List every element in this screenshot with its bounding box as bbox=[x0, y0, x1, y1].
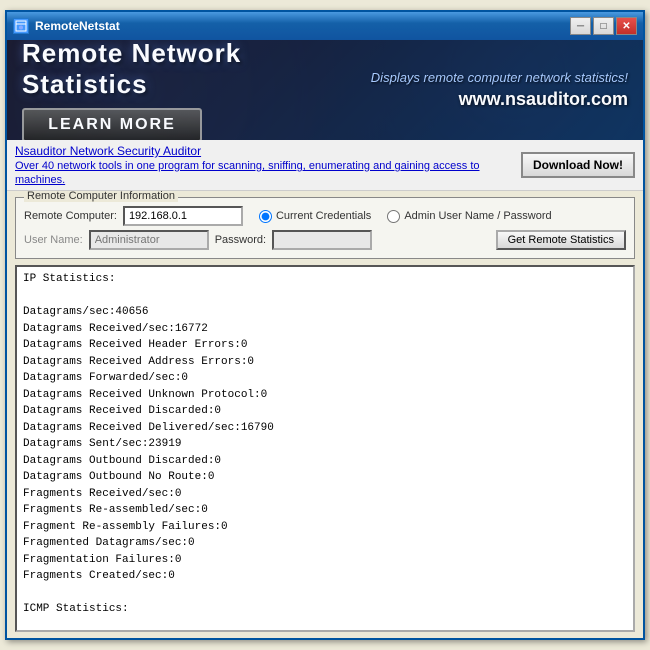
promo-text-area: Nsauditor Network Security Auditor Over … bbox=[15, 144, 511, 186]
user-pass-row: User Name: Password: Get Remote Statisti… bbox=[24, 230, 626, 250]
download-button[interactable]: Download Now! bbox=[521, 152, 635, 178]
admin-radio-group: Admin User Name / Password bbox=[387, 210, 551, 223]
window-controls: ─ □ ✕ bbox=[570, 17, 637, 35]
stats-text: IP Statistics: Datagrams/sec:40656 Datag… bbox=[23, 271, 627, 630]
current-credentials-radio-group: Current Credentials bbox=[259, 210, 371, 223]
get-stats-button[interactable]: Get Remote Statistics bbox=[496, 230, 626, 250]
main-window: RemoteNetstat ─ □ ✕ Remote Network Stati… bbox=[5, 10, 645, 640]
stats-box: IP Statistics: Datagrams/sec:40656 Datag… bbox=[15, 265, 635, 632]
remote-computer-input[interactable] bbox=[123, 206, 243, 226]
group-label: Remote Computer Information bbox=[24, 191, 178, 202]
stats-scroll-area[interactable]: IP Statistics: Datagrams/sec:40656 Datag… bbox=[17, 267, 633, 630]
restore-button[interactable]: □ bbox=[593, 17, 614, 35]
banner-bg-decoration bbox=[7, 40, 643, 140]
title-bar: RemoteNetstat ─ □ ✕ bbox=[7, 12, 643, 40]
current-credentials-label: Current Credentials bbox=[276, 210, 371, 222]
admin-credentials-label: Admin User Name / Password bbox=[404, 210, 551, 222]
remote-computer-group: Remote Computer Information Remote Compu… bbox=[15, 197, 635, 259]
user-name-label: User Name: bbox=[24, 234, 83, 246]
remote-computer-label: Remote Computer: bbox=[24, 210, 117, 222]
close-button[interactable]: ✕ bbox=[616, 17, 637, 35]
password-input[interactable] bbox=[272, 230, 372, 250]
admin-credentials-radio[interactable] bbox=[387, 210, 400, 223]
current-credentials-radio[interactable] bbox=[259, 210, 272, 223]
main-content: Remote Computer Information Remote Compu… bbox=[7, 191, 643, 638]
app-icon bbox=[13, 18, 29, 34]
promo-link[interactable]: Nsauditor Network Security Auditor bbox=[15, 144, 511, 158]
banner: Remote Network Statistics LEARN MORE Dis… bbox=[7, 40, 643, 140]
promo-desc[interactable]: Over 40 network tools in one program for… bbox=[15, 160, 480, 186]
password-label: Password: bbox=[215, 234, 266, 246]
minimize-button[interactable]: ─ bbox=[570, 17, 591, 35]
promo-bar: Nsauditor Network Security Auditor Over … bbox=[7, 140, 643, 191]
user-name-input[interactable] bbox=[89, 230, 209, 250]
remote-computer-row: Remote Computer: Current Credentials Adm… bbox=[24, 206, 626, 226]
window-title: RemoteNetstat bbox=[35, 19, 570, 33]
